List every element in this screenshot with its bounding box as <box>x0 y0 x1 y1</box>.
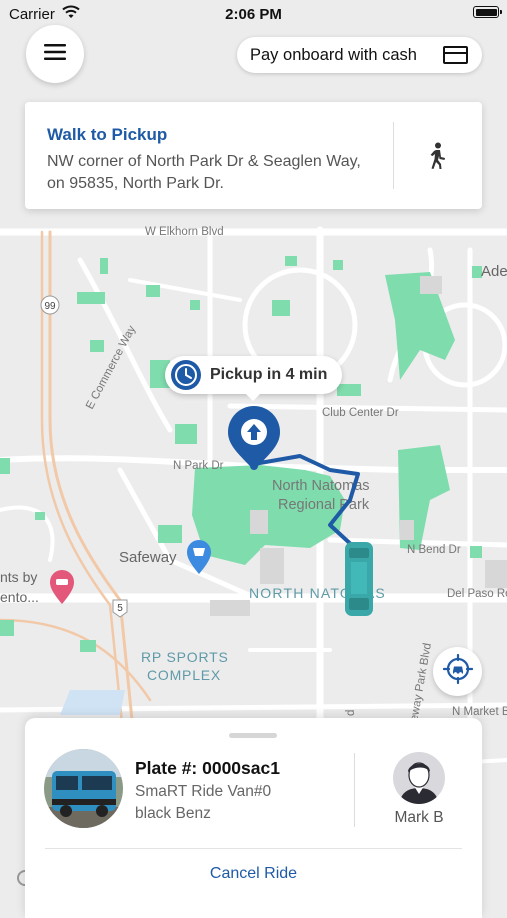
map-label-n-park: N Park Dr <box>173 460 224 472</box>
ride-details-sheet[interactable]: Plate #: 0000sac1 SmaRT Ride Van#0 black… <box>25 718 482 918</box>
walk-to-pickup-card: Walk to Pickup NW corner of North Park D… <box>25 102 482 209</box>
vehicle-target-icon <box>442 653 473 689</box>
pickup-address: NW corner of North Park Dr & Seaglen Way… <box>47 153 361 192</box>
pickup-eta-label: Pickup in 4 min <box>210 366 328 383</box>
walking-person-icon[interactable] <box>427 142 449 175</box>
drag-handle[interactable] <box>229 733 277 738</box>
map-label-n-bend: N Bend Dr <box>407 544 461 556</box>
map-label-hotel-2: ento... <box>0 589 39 605</box>
clock-time: 2:06 PM <box>225 6 282 23</box>
sheet-horizontal-divider <box>45 848 462 849</box>
plate-number: Plate #: 0000sac1 <box>135 758 280 778</box>
map-label-hotel-1: nts by <box>0 569 37 585</box>
walk-to-pickup-title: Walk to Pickup <box>47 125 168 144</box>
map-label-rp-sports-2: COMPLEX <box>147 667 221 683</box>
highway-5-shield: 5 <box>117 603 123 614</box>
recenter-vehicle-button[interactable] <box>433 647 482 696</box>
hamburger-icon <box>44 43 66 66</box>
map-label-rp-sports-1: RP SPORTS <box>141 649 229 665</box>
credit-card-icon <box>443 46 468 64</box>
vehicle-photo <box>44 749 123 828</box>
map-label-ade: Ade <box>481 263 507 280</box>
map-label-road-d: d <box>345 710 357 716</box>
clock-icon <box>170 359 202 396</box>
cancel-ride-button[interactable]: Cancel Ride <box>25 865 482 883</box>
map-label-club-center: Club Center Dr <box>322 407 399 419</box>
map-label-park-2: Regional Park <box>278 497 370 513</box>
highway-99-shield: 99 <box>44 301 56 312</box>
payment-method-label: Pay onboard with cash <box>250 45 417 64</box>
vehicle-description: black Benz <box>135 805 211 822</box>
driver-name: Mark B <box>394 809 444 826</box>
pickup-eta-bubble: Pickup in 4 min <box>165 356 342 401</box>
payment-method-button[interactable]: Pay onboard with cash <box>237 37 482 73</box>
sheet-divider <box>354 753 355 827</box>
status-bar: Carrier 2:06 PM <box>0 0 507 28</box>
card-divider <box>393 122 394 189</box>
battery-icon <box>473 6 502 18</box>
map-label-del-paso: Del Paso Ro <box>447 588 507 600</box>
vehicle-name: SmaRT Ride Van#0 <box>135 783 272 800</box>
map-label-n-market: N Market B <box>452 706 507 718</box>
van-marker-icon[interactable] <box>345 542 373 616</box>
driver-avatar <box>393 752 445 804</box>
map-label-w-elkhorn: W Elkhorn Blvd <box>145 226 224 238</box>
map-label-safeway: Safeway <box>119 549 177 566</box>
menu-button[interactable] <box>26 25 84 83</box>
